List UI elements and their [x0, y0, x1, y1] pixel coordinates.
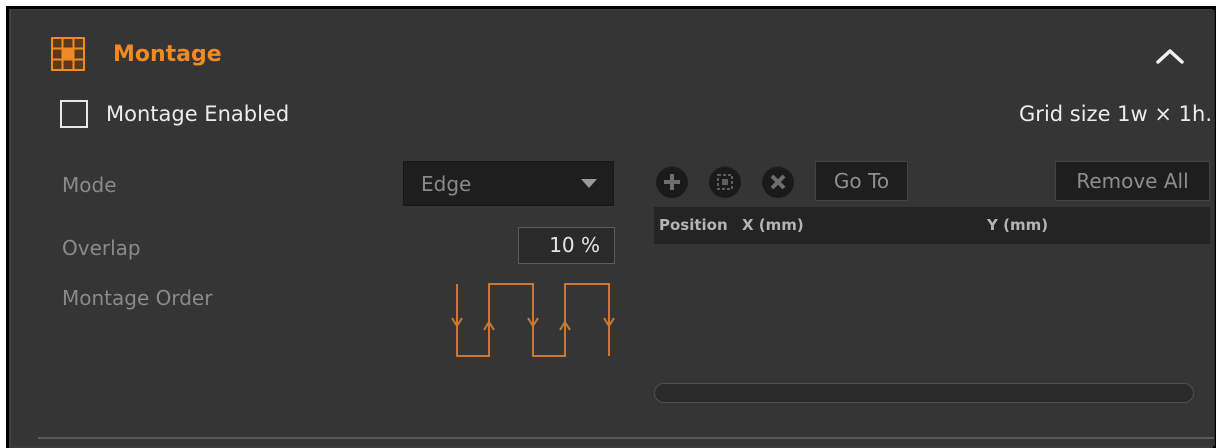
dropdown-arrow-icon [581, 179, 597, 188]
position-capture-icon [717, 174, 733, 190]
delete-position-button[interactable] [762, 166, 794, 198]
column-header-x[interactable]: X (mm) [742, 216, 804, 234]
add-position-button[interactable] [656, 166, 688, 198]
overlap-label: Overlap [62, 236, 141, 260]
column-header-y[interactable]: Y (mm) [987, 216, 1048, 234]
column-header-position[interactable]: Position [659, 216, 728, 234]
positions-table-header: Position X (mm) Y (mm) [654, 207, 1210, 244]
mode-value: Edge [421, 172, 472, 196]
x-circle-icon [770, 174, 786, 190]
montage-grid-icon [51, 37, 85, 71]
section-title: Montage [113, 42, 222, 67]
mode-label: Mode [62, 173, 117, 197]
overlap-input[interactable]: 10 % [518, 227, 615, 264]
capture-position-button[interactable] [709, 166, 741, 198]
montage-enabled-label: Montage Enabled [106, 102, 290, 126]
plus-circle-icon [664, 174, 680, 190]
grid-size-text: Grid size 1w × 1h. [1019, 102, 1212, 126]
serpentine-order-icon [451, 283, 615, 357]
horizontal-scrollbar[interactable] [654, 383, 1194, 403]
collapse-button[interactable] [1150, 40, 1190, 72]
mode-dropdown[interactable]: Edge [403, 161, 614, 206]
positions-table-body[interactable] [654, 244, 1210, 379]
go-to-button[interactable]: Go To [815, 161, 908, 201]
chevron-up-icon [1156, 49, 1184, 64]
montage-enabled-checkbox[interactable] [60, 100, 88, 128]
section-divider [38, 437, 1214, 439]
montage-order-label: Montage Order [62, 286, 213, 310]
remove-all-button[interactable]: Remove All [1055, 161, 1210, 201]
